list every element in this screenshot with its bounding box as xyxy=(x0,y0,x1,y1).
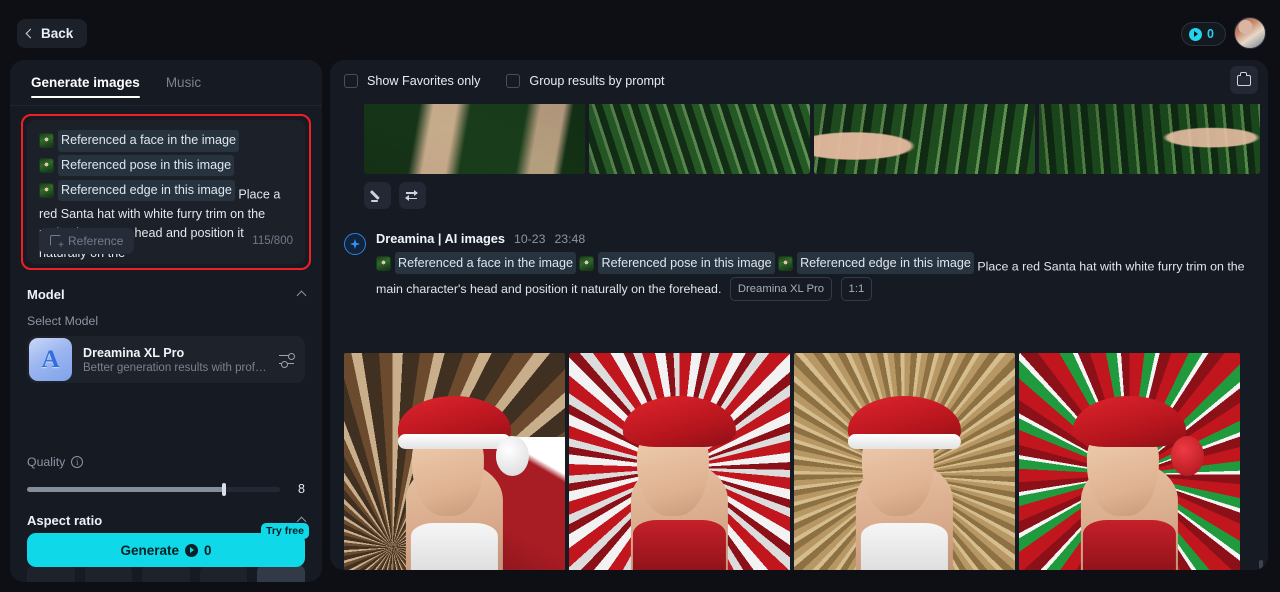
reference-thumbnail-icon xyxy=(778,255,794,271)
quality-slider-row: 8 xyxy=(27,482,305,496)
image-plus-icon xyxy=(50,235,64,251)
model-text: Dreamina XL Pro Better generation result… xyxy=(83,346,268,374)
prompt-input-card[interactable]: Referenced a face in the image Reference… xyxy=(27,120,305,264)
quality-slider[interactable] xyxy=(27,482,280,496)
sidebar-panel: Generate images Music Referenced a face … xyxy=(10,60,322,582)
results-toolbar: Show Favorites only Group results by pro… xyxy=(330,60,1268,102)
result-image[interactable] xyxy=(814,104,1035,174)
checkbox-box xyxy=(506,74,521,88)
aspect-ratio-option-2[interactable] xyxy=(84,565,133,582)
chevron-up-icon[interactable] xyxy=(296,290,307,301)
model-logo-icon: A xyxy=(29,338,72,381)
reference-thumbnail-icon xyxy=(39,158,54,174)
add-reference-button[interactable]: Reference xyxy=(39,228,135,254)
reference-chip-face[interactable]: Referenced a face in the image xyxy=(39,130,240,152)
tab-generate-images[interactable]: Generate images xyxy=(31,60,140,106)
reference-chip-edge[interactable]: Referenced edge in this image xyxy=(778,252,974,274)
select-model-label: Select Model xyxy=(27,314,99,328)
quality-value: 8 xyxy=(298,482,305,496)
reference-chip-pose[interactable]: Referenced pose in this image xyxy=(39,154,235,177)
folder-button[interactable] xyxy=(1230,66,1258,94)
reference-thumbnail-icon xyxy=(39,183,54,199)
post-time: 23:48 xyxy=(554,232,586,246)
result-image-3[interactable] xyxy=(794,353,1015,570)
dreamina-logo-icon xyxy=(344,233,366,255)
reference-chip-pose[interactable]: Referenced pose in this image xyxy=(579,252,775,274)
coin-icon xyxy=(185,543,198,557)
result-image-1[interactable] xyxy=(344,353,565,570)
model-selector[interactable]: A Dreamina XL Pro Better generation resu… xyxy=(27,336,305,383)
result-image[interactable] xyxy=(589,104,810,174)
result-image-row xyxy=(344,353,1240,570)
result-post-header: Dreamina | AI images 10-23 23:48 Referen… xyxy=(344,231,1254,301)
result-image-2[interactable] xyxy=(569,353,790,570)
show-favorites-only-label: Show Favorites only xyxy=(367,74,481,88)
quality-label: Quality xyxy=(27,455,66,469)
character-counter: 115/800 xyxy=(252,235,293,247)
info-icon[interactable]: i xyxy=(71,456,84,468)
edit-button[interactable] xyxy=(364,182,391,209)
checkbox-box xyxy=(344,74,358,88)
generate-cost: 0 xyxy=(204,542,212,558)
results-scrollbar[interactable] xyxy=(1259,560,1263,570)
user-avatar[interactable] xyxy=(1234,17,1266,49)
result-image-4[interactable] xyxy=(1019,353,1240,570)
previous-result-row xyxy=(364,104,1260,174)
folder-icon xyxy=(1237,72,1251,86)
aspect-ratio-options xyxy=(27,565,305,582)
sidebar-tabs: Generate images Music xyxy=(10,60,322,106)
try-free-badge: Try free xyxy=(261,523,309,539)
model-name: Dreamina XL Pro xyxy=(83,345,185,360)
group-results-label: Group results by prompt xyxy=(529,74,665,88)
results-panel: Show Favorites only Group results by pro… xyxy=(330,60,1268,570)
aspect-ratio-option-1[interactable] xyxy=(27,565,75,582)
reference-thumbnail-icon xyxy=(376,255,391,271)
model-section-title: Model xyxy=(27,286,65,302)
post-date: 10-23 xyxy=(514,232,546,246)
coin-icon xyxy=(1189,27,1203,41)
app-root: Back 0 Generate images Music Referenced … xyxy=(0,0,1280,592)
back-button[interactable]: Back xyxy=(17,19,88,48)
model-description: Better generation results with profe... xyxy=(83,361,268,374)
quality-slider-fill xyxy=(27,486,225,492)
post-ratio-tag: 1:1 xyxy=(840,276,873,301)
credits-badge[interactable]: 0 xyxy=(1181,22,1226,46)
regenerate-button[interactable] xyxy=(399,182,426,209)
reference-chip-edge[interactable]: Referenced edge in this image xyxy=(39,179,235,202)
post-title: Dreamina | AI images xyxy=(376,231,505,246)
reference-thumbnail-icon xyxy=(579,255,595,271)
tab-music[interactable]: Music xyxy=(166,60,201,106)
model-section: Model Select Model A Dreamina XL Pro Bet… xyxy=(27,284,307,383)
credits-value: 0 xyxy=(1207,27,1214,41)
post-prompt: Referenced a face in the image Reference… xyxy=(376,252,1254,301)
model-section-header[interactable]: Model xyxy=(27,284,307,304)
quality-header: Quality i xyxy=(27,455,305,469)
post-model-tag: Dreamina XL Pro xyxy=(729,276,833,301)
previous-row-actions xyxy=(364,182,426,209)
prompt-footer: Reference 115/800 xyxy=(39,228,293,254)
pencil-icon xyxy=(371,189,384,202)
aspect-section-title: Aspect ratio xyxy=(27,512,103,528)
aspect-ratio-option-3[interactable] xyxy=(142,565,190,582)
group-results-by-prompt-checkbox[interactable]: Group results by prompt xyxy=(506,74,665,88)
reference-thumbnail-icon xyxy=(39,133,54,149)
result-image[interactable] xyxy=(364,104,585,174)
model-settings-icon[interactable] xyxy=(279,352,295,370)
show-favorites-only-checkbox[interactable]: Show Favorites only xyxy=(344,74,480,88)
reference-chip-face[interactable]: Referenced a face in the image xyxy=(376,252,577,274)
aspect-ratio-option-5[interactable] xyxy=(257,565,305,582)
add-reference-label: Reference xyxy=(68,234,124,248)
quality-slider-thumb[interactable] xyxy=(222,482,227,496)
quality-section: Quality i 8 xyxy=(27,455,305,496)
result-image[interactable] xyxy=(1039,104,1260,174)
aspect-ratio-option-4[interactable] xyxy=(199,565,248,582)
swap-arrows-icon xyxy=(405,189,419,202)
generate-button-label: Generate xyxy=(120,542,179,558)
top-bar: Back 0 xyxy=(0,0,1280,66)
chevron-left-icon xyxy=(25,28,36,39)
generate-area: Generate 0 Try free xyxy=(27,523,309,567)
back-button-label: Back xyxy=(41,26,74,41)
